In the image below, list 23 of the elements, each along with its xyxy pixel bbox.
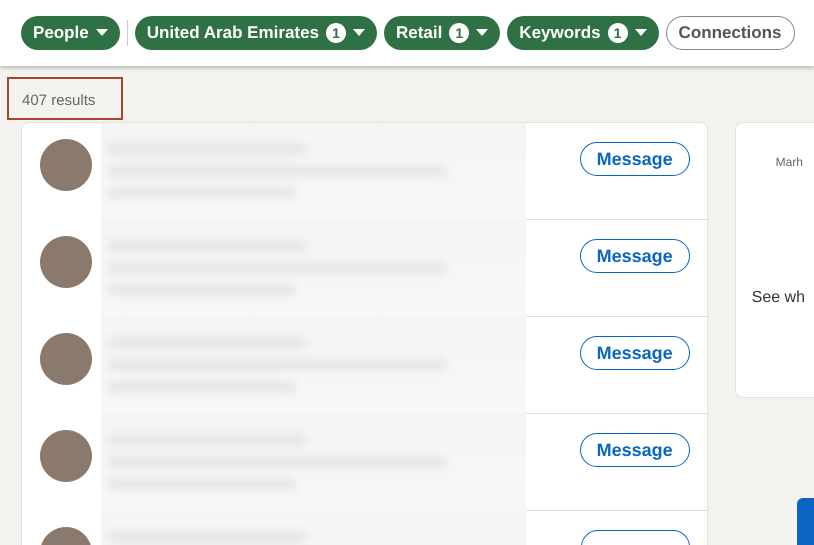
results-count: 407 results bbox=[7, 77, 123, 120]
filter-pill[interactable]: Retail 1 bbox=[384, 16, 500, 50]
message-button[interactable]: Message bbox=[580, 239, 690, 273]
avatar-photo-placeholder bbox=[40, 430, 92, 482]
filter-pill[interactable]: Keywords 1 bbox=[507, 16, 659, 50]
message-button[interactable]: Message bbox=[580, 433, 690, 467]
filter-pill[interactable]: People bbox=[21, 16, 120, 50]
message-button[interactable]: Message bbox=[580, 142, 690, 176]
message-button[interactable]: Message bbox=[580, 336, 690, 370]
side-card-text: Marh bbox=[776, 155, 803, 169]
count-badge: 1 bbox=[449, 23, 470, 43]
avatar-photo-placeholder bbox=[40, 139, 92, 191]
filter-pill[interactable]: United Arab Emirates 1 bbox=[134, 16, 377, 50]
side-card-text: See wh bbox=[752, 289, 806, 307]
caret-icon bbox=[96, 29, 108, 37]
caret-icon bbox=[353, 29, 365, 37]
count-badge: 1 bbox=[608, 23, 628, 43]
caret-icon bbox=[476, 29, 488, 37]
count-badge: 1 bbox=[326, 23, 346, 43]
avatar-photo-placeholder bbox=[40, 236, 92, 288]
avatar-photo-placeholder bbox=[40, 333, 92, 385]
filter-pill[interactable]: Connections bbox=[666, 16, 794, 50]
caret-icon bbox=[634, 29, 647, 37]
